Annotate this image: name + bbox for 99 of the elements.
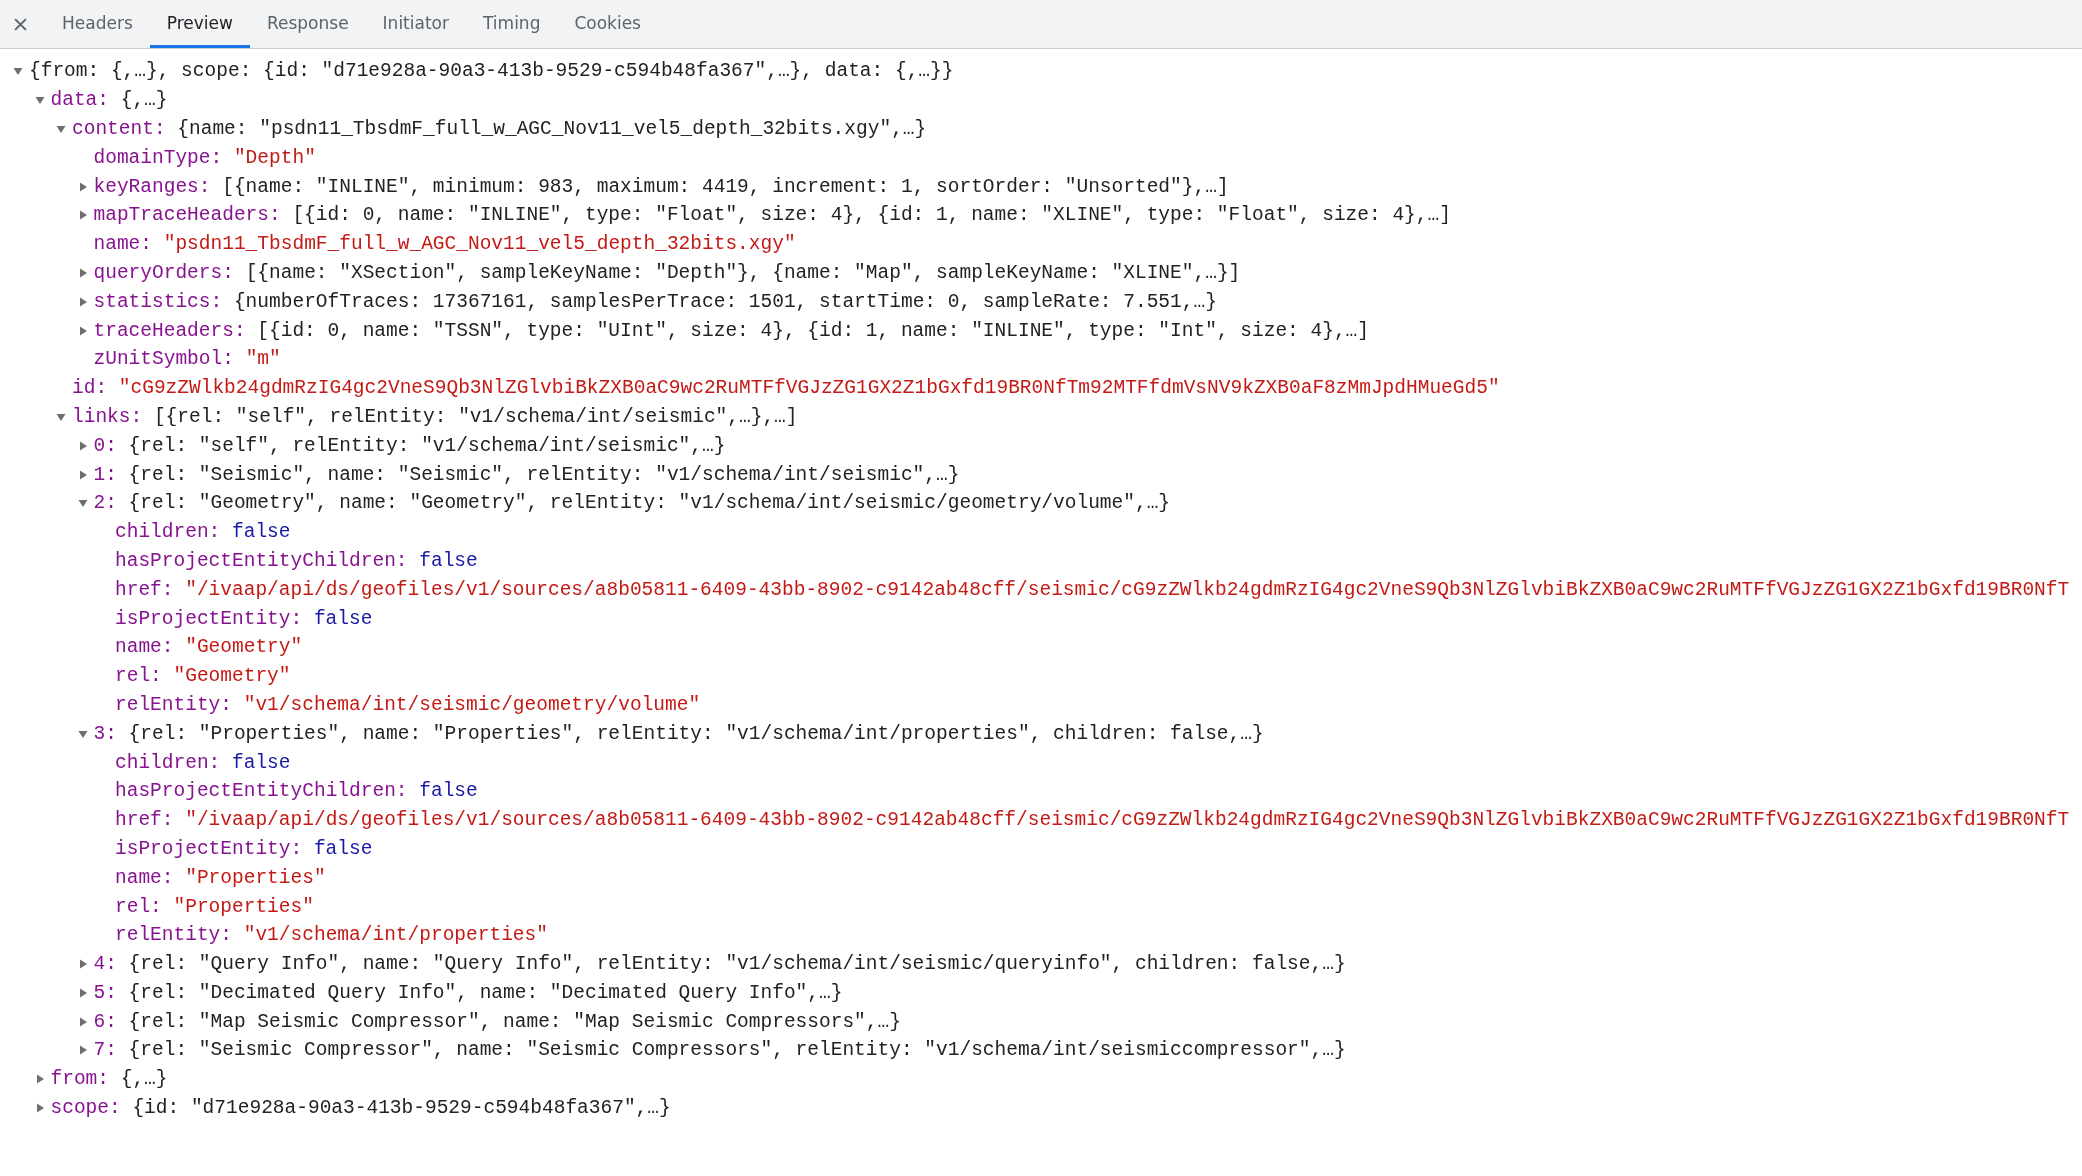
property-value: "m" bbox=[245, 348, 281, 371]
property-key: traceHeaders: bbox=[93, 319, 246, 342]
property-value: {,…} bbox=[120, 89, 168, 112]
disclosure-triangle-icon[interactable] bbox=[77, 959, 88, 970]
property-value: "v1/schema/int/properties" bbox=[243, 924, 548, 947]
property-value: {rel: "self", relEntity: "v1/schema/int/seismic",…} bbox=[128, 434, 726, 457]
disclosure-triangle-icon[interactable] bbox=[77, 1045, 88, 1056]
disclosure-triangle-icon[interactable] bbox=[56, 124, 66, 134]
disclosure-triangle-icon[interactable] bbox=[13, 66, 23, 77]
property-key: hasProjectEntityChildren: bbox=[115, 780, 408, 803]
disclosure-triangle-icon[interactable] bbox=[77, 1016, 88, 1027]
property-key: name: bbox=[115, 866, 174, 889]
property-key: href: bbox=[115, 809, 174, 832]
property-value: false bbox=[419, 549, 478, 572]
property-key: content: bbox=[72, 118, 166, 140]
property-value: [{id: 0, name: "INLINE", type: "Float", size: 4}, {id: 1, name: "XLINE", type: "Float", size: 4},…] bbox=[292, 204, 1451, 227]
property-key: domainType: bbox=[93, 146, 223, 169]
property-value: {id: "d71e928a-90a3-413b-9529-c594b48fa367",…} bbox=[132, 1097, 671, 1120]
property-value: "Properties" bbox=[185, 866, 326, 889]
property-value: false bbox=[232, 751, 291, 774]
property-key: children: bbox=[115, 521, 221, 544]
tab[interactable]: Cookies bbox=[557, 0, 658, 48]
tab[interactable]: Headers bbox=[45, 0, 150, 48]
property-key: 0: bbox=[93, 434, 117, 457]
property-value: "cG9zZWlkb24gdmRzIG4gc2VneS9Qb3NlZGlvbiBkZXB0aC9wc2RuMTFfVGJzZG1GX2Z1bGxfd19BR0NfTm92MTFfdmVsNV9kZXB0aF8zMmJpdHMueGd5" bbox=[118, 377, 1500, 400]
disclosure-triangle-icon[interactable] bbox=[34, 1074, 45, 1085]
tab[interactable]: Timing bbox=[466, 0, 558, 48]
disclosure-triangle-icon[interactable] bbox=[56, 411, 66, 422]
tab[interactable]: Preview bbox=[149, 0, 250, 48]
property-key: children: bbox=[115, 751, 221, 774]
property-key: rel: bbox=[115, 895, 162, 918]
disclosure-triangle-icon[interactable] bbox=[77, 469, 88, 480]
property-key: 6: bbox=[93, 1010, 117, 1033]
property-value: "/ivaap/api/ds/geofiles/v1/sources/a8b05811-6409-43bb-8902-c9142ab48cff/seismic/cG9zZWlkb24gdmRzIG4gc2VneS9Qb3NlZGlvbiBkZXB0aC9wc2RuMTFfVGJzZG1GX2Z1bGxfd19BR0NfT bbox=[185, 578, 2070, 601]
property-key: id: bbox=[72, 377, 108, 400]
property-value: {rel: "Seismic Compressor", name: "Seismic Compressors", relEntity: "v1/schema/int/seismiccompressor",…} bbox=[128, 1039, 1346, 1062]
property-key: hasProjectEntityChildren: bbox=[115, 549, 408, 572]
property-key: statistics: bbox=[93, 290, 223, 313]
property-key: isProjectEntity: bbox=[115, 607, 303, 630]
property-key: relEntity: bbox=[115, 924, 233, 947]
tab[interactable]: Initiator bbox=[365, 0, 466, 48]
property-key: rel: bbox=[115, 665, 162, 688]
property-value: false bbox=[232, 521, 291, 544]
property-value: {rel: "Query Info", name: "Query Info", relEntity: "v1/schema/int/seismic/queryinfo", children: false,…} bbox=[128, 953, 1346, 976]
disclosure-triangle-icon[interactable] bbox=[77, 296, 88, 307]
property-key: links: bbox=[72, 405, 143, 428]
property-value: [{id: 0, name: "TSSN", type: "UInt", size: 4}, {id: 1, name: "INLINE", type: "Int", size: 4},…] bbox=[257, 319, 1369, 342]
property-key: href: bbox=[115, 578, 174, 601]
property-key: keyRanges: bbox=[93, 175, 211, 198]
property-key: 3: bbox=[93, 722, 117, 745]
property-value: {rel: "Properties", name: "Properties", relEntity: "v1/schema/int/properties", children: false,…} bbox=[128, 722, 1264, 745]
close-icon[interactable] bbox=[14, 17, 27, 31]
property-key: 2: bbox=[93, 492, 117, 515]
property-key: 4: bbox=[93, 953, 117, 976]
property-key: relEntity: bbox=[115, 693, 233, 716]
property-key: 7: bbox=[93, 1039, 117, 1062]
disclosure-triangle-icon[interactable] bbox=[77, 987, 88, 998]
property-key: queryOrders: bbox=[93, 261, 234, 284]
property-value: "/ivaap/api/ds/geofiles/v1/sources/a8b05811-6409-43bb-8902-c9142ab48cff/seismic/cG9zZWlkb24gdmRzIG4gc2VneS9Qb3NlZGlvbiBkZXB0aC9wc2RuMTFfVGJzZG1GX2Z1bGxfd19BR0NfT bbox=[185, 809, 2070, 832]
property-value: {rel: "Geometry", name: "Geometry", relEntity: "v1/schema/int/seismic/geometry/volume",…} bbox=[128, 492, 1171, 515]
property-value: {,…} bbox=[120, 1068, 168, 1091]
property-value: false bbox=[313, 837, 373, 860]
disclosure-triangle-icon[interactable] bbox=[77, 267, 88, 278]
property-key: mapTraceHeaders: bbox=[93, 204, 281, 227]
property-value: "Geometry" bbox=[173, 665, 291, 688]
property-value: "Depth" bbox=[233, 146, 316, 169]
disclosure-triangle-icon[interactable] bbox=[34, 1103, 45, 1114]
property-key: zUnitSymbol: bbox=[93, 348, 234, 371]
property-value: [{rel: "self", relEntity: "v1/schema/int/seismic",…},…] bbox=[153, 405, 798, 428]
property-key: name: bbox=[115, 636, 174, 659]
property-value: {numberOfTraces: 17367161, samplesPerTrace: 1501, startTime: 0, sampleRate: 7.551,…} bbox=[233, 290, 1217, 313]
property-value: "v1/schema/int/seismic/geometry/volume" bbox=[243, 693, 701, 716]
property-value: {from: {,…}, scope: {id: "d71e928a-90a3-413b-9529-c594b48fa367",…}, data: {,…}} bbox=[29, 60, 954, 83]
property-value: "Properties" bbox=[173, 895, 314, 918]
disclosure-triangle-icon[interactable] bbox=[77, 440, 88, 451]
property-value: false bbox=[313, 607, 373, 630]
property-key: 5: bbox=[93, 981, 117, 1004]
property-value: [{name: "INLINE", minimum: 983, maximum: 4419, increment: 1, sortOrder: "Unsorted"},…] bbox=[222, 175, 1229, 198]
property-value: "Geometry" bbox=[185, 636, 303, 659]
property-value: [{name: "XSection", sampleKeyName: "Depth"}, {name: "Map", sampleKeyName: "XLINE",…}] bbox=[245, 261, 1241, 284]
property-key: data: bbox=[50, 89, 109, 112]
property-key: scope: bbox=[50, 1097, 121, 1120]
disclosure-triangle-icon[interactable] bbox=[77, 210, 88, 221]
property-value: {name: "psdn11_TbsdmF_full_w_AGC_Nov11_vel5_depth_32bits.xgy",…} bbox=[177, 118, 927, 140]
property-key: 1: bbox=[93, 463, 117, 486]
tab[interactable]: Response bbox=[249, 0, 366, 48]
property-key: name: bbox=[93, 233, 152, 256]
disclosure-triangle-icon[interactable] bbox=[77, 181, 88, 192]
disclosure-triangle-icon[interactable] bbox=[77, 325, 88, 336]
property-key: isProjectEntity: bbox=[115, 837, 303, 860]
disclosure-triangle-icon[interactable] bbox=[34, 95, 45, 106]
property-key: from: bbox=[50, 1068, 109, 1091]
property-value: false bbox=[419, 780, 478, 803]
property-value: {rel: "Decimated Query Info", name: "Decimated Query Info",…} bbox=[128, 981, 843, 1004]
property-value: "psdn11_TbsdmF_full_w_AGC_Nov11_vel5_depth_32bits.xgy" bbox=[163, 233, 796, 256]
disclosure-triangle-icon[interactable] bbox=[77, 728, 88, 739]
property-value: {rel: "Seismic", name: "Seismic", relEntity: "v1/schema/int/seismic",…} bbox=[128, 463, 960, 486]
disclosure-triangle-icon[interactable] bbox=[77, 498, 88, 509]
property-value: {rel: "Map Seismic Compressor", name: "Map Seismic Compressors",…} bbox=[128, 1010, 901, 1033]
